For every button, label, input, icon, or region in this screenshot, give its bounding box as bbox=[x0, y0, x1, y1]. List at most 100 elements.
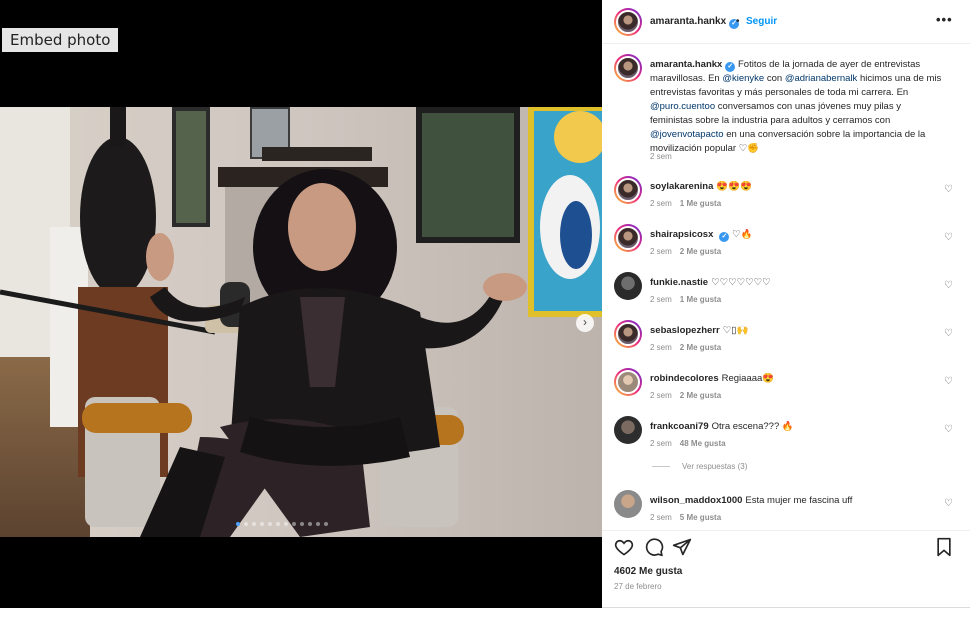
comment-username[interactable]: funkie.nastie bbox=[650, 277, 708, 288]
post-media: Embed photo › bbox=[0, 0, 602, 608]
comment-username[interactable]: soylakarenina bbox=[650, 181, 713, 192]
bookmark-icon[interactable] bbox=[934, 537, 954, 557]
caption-timestamp: 2 sem bbox=[650, 152, 672, 161]
more-options-icon[interactable]: ••• bbox=[936, 12, 953, 27]
post-caption: amaranta.hankx ✓ Fotitos de la jornada de… bbox=[602, 44, 970, 170]
small-heart-icon[interactable]: ♡ bbox=[944, 280, 953, 291]
comment-time: 2 sem bbox=[650, 343, 672, 352]
comment-likes[interactable]: 5 Me gusta bbox=[680, 513, 721, 522]
carousel-dot[interactable] bbox=[268, 522, 272, 526]
comment-time: 2 sem bbox=[650, 391, 672, 400]
small-heart-icon[interactable]: ♡ bbox=[944, 328, 953, 339]
comment-item: shairapsicosx ✓ ♡🔥 2 sem 2 Me gusta ♡ bbox=[602, 218, 970, 262]
comment-line: soylakarenina 😍😍😍 bbox=[650, 181, 940, 192]
comment-avatar[interactable] bbox=[614, 416, 642, 444]
embed-photo-label: Embed photo bbox=[2, 28, 119, 52]
comment-username[interactable]: wilson_maddox1000 bbox=[650, 495, 742, 506]
comment-meta: 2 sem 5 Me gusta bbox=[650, 513, 721, 522]
carousel-dot[interactable] bbox=[260, 522, 264, 526]
comment-meta: 2 sem 2 Me gusta bbox=[650, 343, 721, 352]
author-avatar[interactable] bbox=[614, 8, 642, 36]
comment-time: 2 sem bbox=[650, 295, 672, 304]
small-heart-icon[interactable]: ♡ bbox=[944, 424, 953, 435]
comment-likes[interactable]: 1 Me gusta bbox=[680, 295, 721, 304]
comment-avatar[interactable] bbox=[614, 176, 642, 204]
caption-segment: con bbox=[764, 73, 785, 84]
comment-avatar[interactable] bbox=[614, 368, 642, 396]
mention-link[interactable]: @adrianabernalk bbox=[785, 73, 858, 84]
small-heart-icon[interactable]: ♡ bbox=[944, 232, 953, 243]
carousel-dot[interactable] bbox=[316, 522, 320, 526]
comment-item: funkie.nastie ♡♡♡♡♡♡♡ 2 sem 1 Me gusta ♡ bbox=[602, 266, 970, 310]
comment-time: 2 sem bbox=[650, 439, 672, 448]
comment-text: ♡▯🙌 bbox=[722, 325, 749, 336]
small-heart-icon[interactable]: ♡ bbox=[944, 184, 953, 195]
header-separator: • bbox=[736, 16, 740, 27]
comment-item: robindecolores Regiaaaa😍 2 sem 2 Me gusta … bbox=[602, 362, 970, 406]
comment-line: robindecolores Regiaaaa😍 bbox=[650, 373, 940, 384]
post-panel: amaranta.hankx ✓ • Seguir ••• amaranta.ha… bbox=[602, 0, 970, 608]
comment-text: Otra escena??? 🔥 bbox=[711, 421, 794, 432]
comment-avatar[interactable] bbox=[614, 320, 642, 348]
mention-link[interactable]: @jovenvotapacto bbox=[650, 129, 724, 140]
comment-avatar[interactable] bbox=[614, 490, 642, 518]
carousel-dot[interactable] bbox=[292, 522, 296, 526]
comment-line: frankcoani79 Otra escena??? 🔥 bbox=[650, 421, 940, 432]
caption-avatar[interactable] bbox=[614, 54, 642, 82]
comment-text: ♡🔥 bbox=[732, 229, 753, 240]
comment-username[interactable]: frankcoani79 bbox=[650, 421, 709, 432]
follow-button[interactable]: Seguir bbox=[746, 16, 777, 27]
view-replies-label: Ver respuestas (3) bbox=[682, 462, 748, 471]
comment-meta: 2 sem 1 Me gusta bbox=[650, 295, 721, 304]
comment-meta: 2 sem 1 Me gusta bbox=[650, 199, 721, 208]
carousel-dot[interactable] bbox=[236, 522, 240, 526]
comment-icon[interactable] bbox=[644, 537, 664, 557]
small-heart-icon[interactable]: ♡ bbox=[944, 498, 953, 509]
comment-username[interactable]: shairapsicosx bbox=[650, 229, 713, 240]
comment-line: shairapsicosx ✓ ♡🔥 bbox=[650, 229, 940, 242]
mention-link[interactable]: @kienyke bbox=[722, 73, 764, 84]
comment-username[interactable]: sebaslopezherr bbox=[650, 325, 720, 336]
comment-avatar[interactable] bbox=[614, 224, 642, 252]
verified-badge-icon: ✓ bbox=[725, 62, 736, 72]
view-replies-link[interactable]: Ver respuestas (3) bbox=[652, 462, 747, 471]
comment-meta: 2 sem 2 Me gusta bbox=[650, 391, 721, 400]
heart-icon[interactable] bbox=[614, 537, 634, 557]
comment-avatar[interactable] bbox=[614, 272, 642, 300]
small-heart-icon[interactable]: ♡ bbox=[944, 376, 953, 387]
comment-username[interactable]: robindecolores bbox=[650, 373, 719, 384]
carousel-next-button[interactable]: › bbox=[576, 314, 594, 332]
comment-item: frankcoani79 Otra escena??? 🔥 2 sem 48 Me … bbox=[602, 410, 970, 454]
carousel-dot[interactable] bbox=[252, 522, 256, 526]
mention-link[interactable]: @puro.cuentoo bbox=[650, 101, 715, 112]
comment-likes[interactable]: 1 Me gusta bbox=[680, 199, 721, 208]
comment-meta: 2 sem 2 Me gusta bbox=[650, 247, 721, 256]
comments-list: soylakarenina 😍😍😍 2 sem 1 Me gusta ♡ shair… bbox=[602, 170, 970, 530]
replies-divider bbox=[652, 466, 670, 468]
comment-meta: 2 sem 48 Me gusta bbox=[650, 439, 726, 448]
carousel-dot[interactable] bbox=[244, 522, 248, 526]
carousel-dot[interactable] bbox=[300, 522, 304, 526]
comment-item: sebaslopezherr ♡▯🙌 2 sem 2 Me gusta ♡ bbox=[602, 314, 970, 358]
carousel-dot[interactable] bbox=[276, 522, 280, 526]
author-username[interactable]: amaranta.hankx ✓ bbox=[650, 16, 740, 29]
comment-likes[interactable]: 2 Me gusta bbox=[680, 343, 721, 352]
comment-item: soylakarenina 😍😍😍 2 sem 1 Me gusta ♡ bbox=[602, 170, 970, 214]
carousel-dot[interactable] bbox=[308, 522, 312, 526]
like-count[interactable]: 4602 Me gusta bbox=[614, 566, 682, 577]
comment-text: Esta mujer me fascina uff bbox=[745, 495, 853, 506]
comment-line: sebaslopezherr ♡▯🙌 bbox=[650, 325, 940, 336]
verified-badge-icon: ✓ bbox=[719, 232, 730, 242]
comment-likes[interactable]: 48 Me gusta bbox=[680, 439, 726, 448]
carousel-dot[interactable] bbox=[324, 522, 328, 526]
comment-likes[interactable]: 2 Me gusta bbox=[680, 247, 721, 256]
caption-text: amaranta.hankx ✓ Fotitos de la jornada de… bbox=[650, 58, 946, 156]
post-header: amaranta.hankx ✓ • Seguir ••• bbox=[602, 0, 970, 44]
share-icon[interactable] bbox=[672, 537, 692, 557]
post-photo[interactable] bbox=[0, 107, 602, 537]
caption-username[interactable]: amaranta.hankx bbox=[650, 59, 722, 70]
comment-line: wilson_maddox1000 Esta mujer me fascina u… bbox=[650, 495, 940, 506]
carousel-dot[interactable] bbox=[284, 522, 288, 526]
comment-time: 2 sem bbox=[650, 513, 672, 522]
comment-likes[interactable]: 2 Me gusta bbox=[680, 391, 721, 400]
